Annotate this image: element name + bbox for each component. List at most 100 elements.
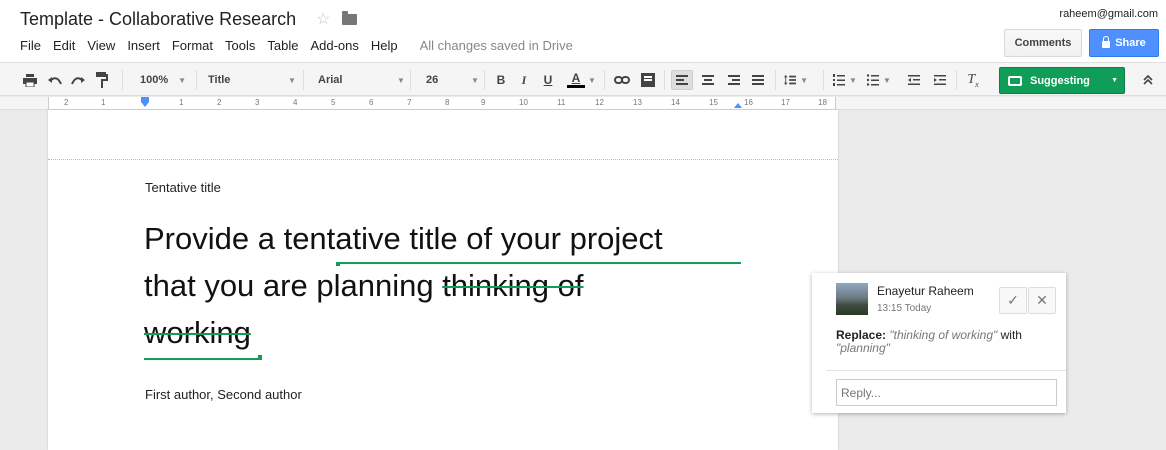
italic-button[interactable]: I: [517, 71, 531, 89]
menu-file[interactable]: File: [20, 38, 41, 53]
chevron-down-icon: ▼: [397, 75, 405, 85]
toolbar-separator: [484, 70, 485, 90]
print-icon[interactable]: [22, 71, 38, 89]
style-select[interactable]: Title ▼: [208, 69, 298, 91]
paint-format-icon[interactable]: [95, 71, 109, 89]
ruler-number: 7: [407, 98, 412, 107]
document-page[interactable]: Tentative title Provide a tentative titl…: [48, 110, 838, 450]
zoom-value: 100%: [140, 74, 169, 86]
title-line-2[interactable]: that you are planning thinking of: [144, 268, 584, 304]
chevron-down-icon: ▼: [471, 75, 479, 85]
ruler-number: 2: [64, 98, 69, 107]
folder-icon[interactable]: [342, 11, 357, 25]
menu-insert[interactable]: Insert: [127, 38, 160, 53]
document-title[interactable]: Template - Collaborative Research: [20, 9, 296, 30]
title-line-1[interactable]: Provide a tentative title of your projec…: [144, 221, 663, 257]
app-header: Template - Collaborative Research ☆ File…: [0, 0, 1166, 62]
comment-icon[interactable]: [640, 71, 656, 89]
align-left-icon[interactable]: [671, 70, 693, 90]
star-icon[interactable]: ☆: [316, 9, 330, 29]
chevron-down-icon[interactable]: ▼: [588, 71, 596, 89]
share-button[interactable]: Share: [1089, 29, 1159, 57]
ruler-number: 12: [595, 98, 604, 107]
deletion-underline: [144, 358, 262, 360]
line-spacing-icon[interactable]: ▼: [784, 71, 808, 89]
decrease-indent-icon[interactable]: [906, 71, 922, 89]
suggesting-mode-button[interactable]: Suggesting ▼: [999, 67, 1125, 94]
chevron-down-icon: ▼: [849, 75, 857, 85]
ruler-number: 18: [818, 98, 827, 107]
menu-table[interactable]: Table: [267, 38, 298, 53]
underline-button[interactable]: U: [541, 71, 555, 89]
menu-bar: File Edit View Insert Format Tools Table…: [20, 38, 585, 53]
toolbar-separator: [122, 70, 123, 90]
menu-add-ons[interactable]: Add-ons: [310, 38, 358, 53]
comments-button[interactable]: Comments: [1004, 29, 1082, 57]
ruler-number: 8: [445, 98, 450, 107]
suggestion-card[interactable]: Enayetur Raheem 13:15 Today ✓ ✕ Replace:…: [812, 273, 1066, 413]
redo-icon[interactable]: [70, 71, 86, 89]
comment-author: Enayetur Raheem: [877, 284, 974, 298]
with-label: with: [1000, 328, 1022, 342]
menu-view[interactable]: View: [87, 38, 115, 53]
ruler-number: 9: [481, 98, 486, 107]
inserted-text[interactable]: planning: [316, 268, 433, 303]
title-line-3[interactable]: working: [144, 315, 251, 351]
ruler-number: 3: [255, 98, 260, 107]
avatar: [836, 283, 868, 315]
align-right-icon[interactable]: [726, 71, 742, 89]
insertion-start-marker: [336, 262, 340, 266]
indent-marker-left[interactable]: [141, 102, 149, 107]
numbered-list-icon[interactable]: ▼: [832, 71, 858, 89]
align-center-icon[interactable]: [700, 71, 716, 89]
title-text: [434, 268, 443, 303]
clear-formatting-icon[interactable]: Tx: [964, 71, 982, 89]
comment-timestamp: 13:15 Today: [877, 303, 932, 314]
section-label[interactable]: Tentative title: [145, 180, 221, 195]
chevron-down-icon: ▼: [288, 75, 296, 85]
toolbar-separator: [604, 70, 605, 90]
accept-suggestion-button[interactable]: ✓: [999, 287, 1027, 314]
font-select[interactable]: Arial ▼: [318, 69, 405, 91]
justify-icon[interactable]: [750, 71, 766, 89]
ruler-number: 6: [369, 98, 374, 107]
replace-label: Replace:: [836, 328, 887, 342]
ruler-number: 15: [709, 98, 718, 107]
deleted-text[interactable]: working: [144, 315, 251, 350]
ruler-number: 14: [671, 98, 680, 107]
menu-edit[interactable]: Edit: [53, 38, 75, 53]
ruler-number: 16: [744, 98, 753, 107]
text-color-label: A: [571, 71, 581, 85]
save-status: All changes saved in Drive: [419, 38, 573, 53]
bold-button[interactable]: B: [494, 71, 508, 89]
zoom-select[interactable]: 100% ▼: [140, 69, 186, 91]
indent-marker-right[interactable]: [734, 103, 742, 108]
authors-line[interactable]: First author, Second author: [145, 387, 302, 402]
reject-suggestion-button[interactable]: ✕: [1028, 287, 1056, 314]
undo-icon[interactable]: [47, 71, 63, 89]
text-color-button[interactable]: A: [565, 71, 587, 89]
bulleted-list-icon[interactable]: ▼: [866, 71, 892, 89]
ruler-number: 17: [781, 98, 790, 107]
check-icon: ✓: [1007, 292, 1019, 308]
user-email[interactable]: raheem@gmail.com: [1059, 8, 1158, 20]
close-icon: ✕: [1036, 292, 1048, 308]
toolbar-separator: [196, 70, 197, 90]
deleted-text[interactable]: thinking of: [442, 268, 583, 303]
suggestion-text: Replace: "thinking of working" with "pla…: [836, 329, 1056, 355]
ruler-number: 5: [331, 98, 336, 107]
toolbar: 100% ▼ Title ▼ Arial ▼ 26 ▼ B I U A ▼ ▼: [0, 62, 1166, 96]
ruler-number: 2: [217, 98, 222, 107]
link-icon[interactable]: [613, 71, 631, 89]
toolbar-separator: [956, 70, 957, 90]
menu-format[interactable]: Format: [172, 38, 213, 53]
suggesting-label: Suggesting: [1030, 74, 1090, 87]
reply-input[interactable]: [836, 379, 1057, 406]
ruler-number: 10: [519, 98, 528, 107]
increase-indent-icon[interactable]: [932, 71, 948, 89]
collapse-toolbar-icon[interactable]: [1140, 71, 1156, 89]
font-size-value: 26: [426, 74, 439, 86]
menu-tools[interactable]: Tools: [225, 38, 255, 53]
font-size-select[interactable]: 26 ▼: [426, 69, 479, 91]
menu-help[interactable]: Help: [371, 38, 398, 53]
